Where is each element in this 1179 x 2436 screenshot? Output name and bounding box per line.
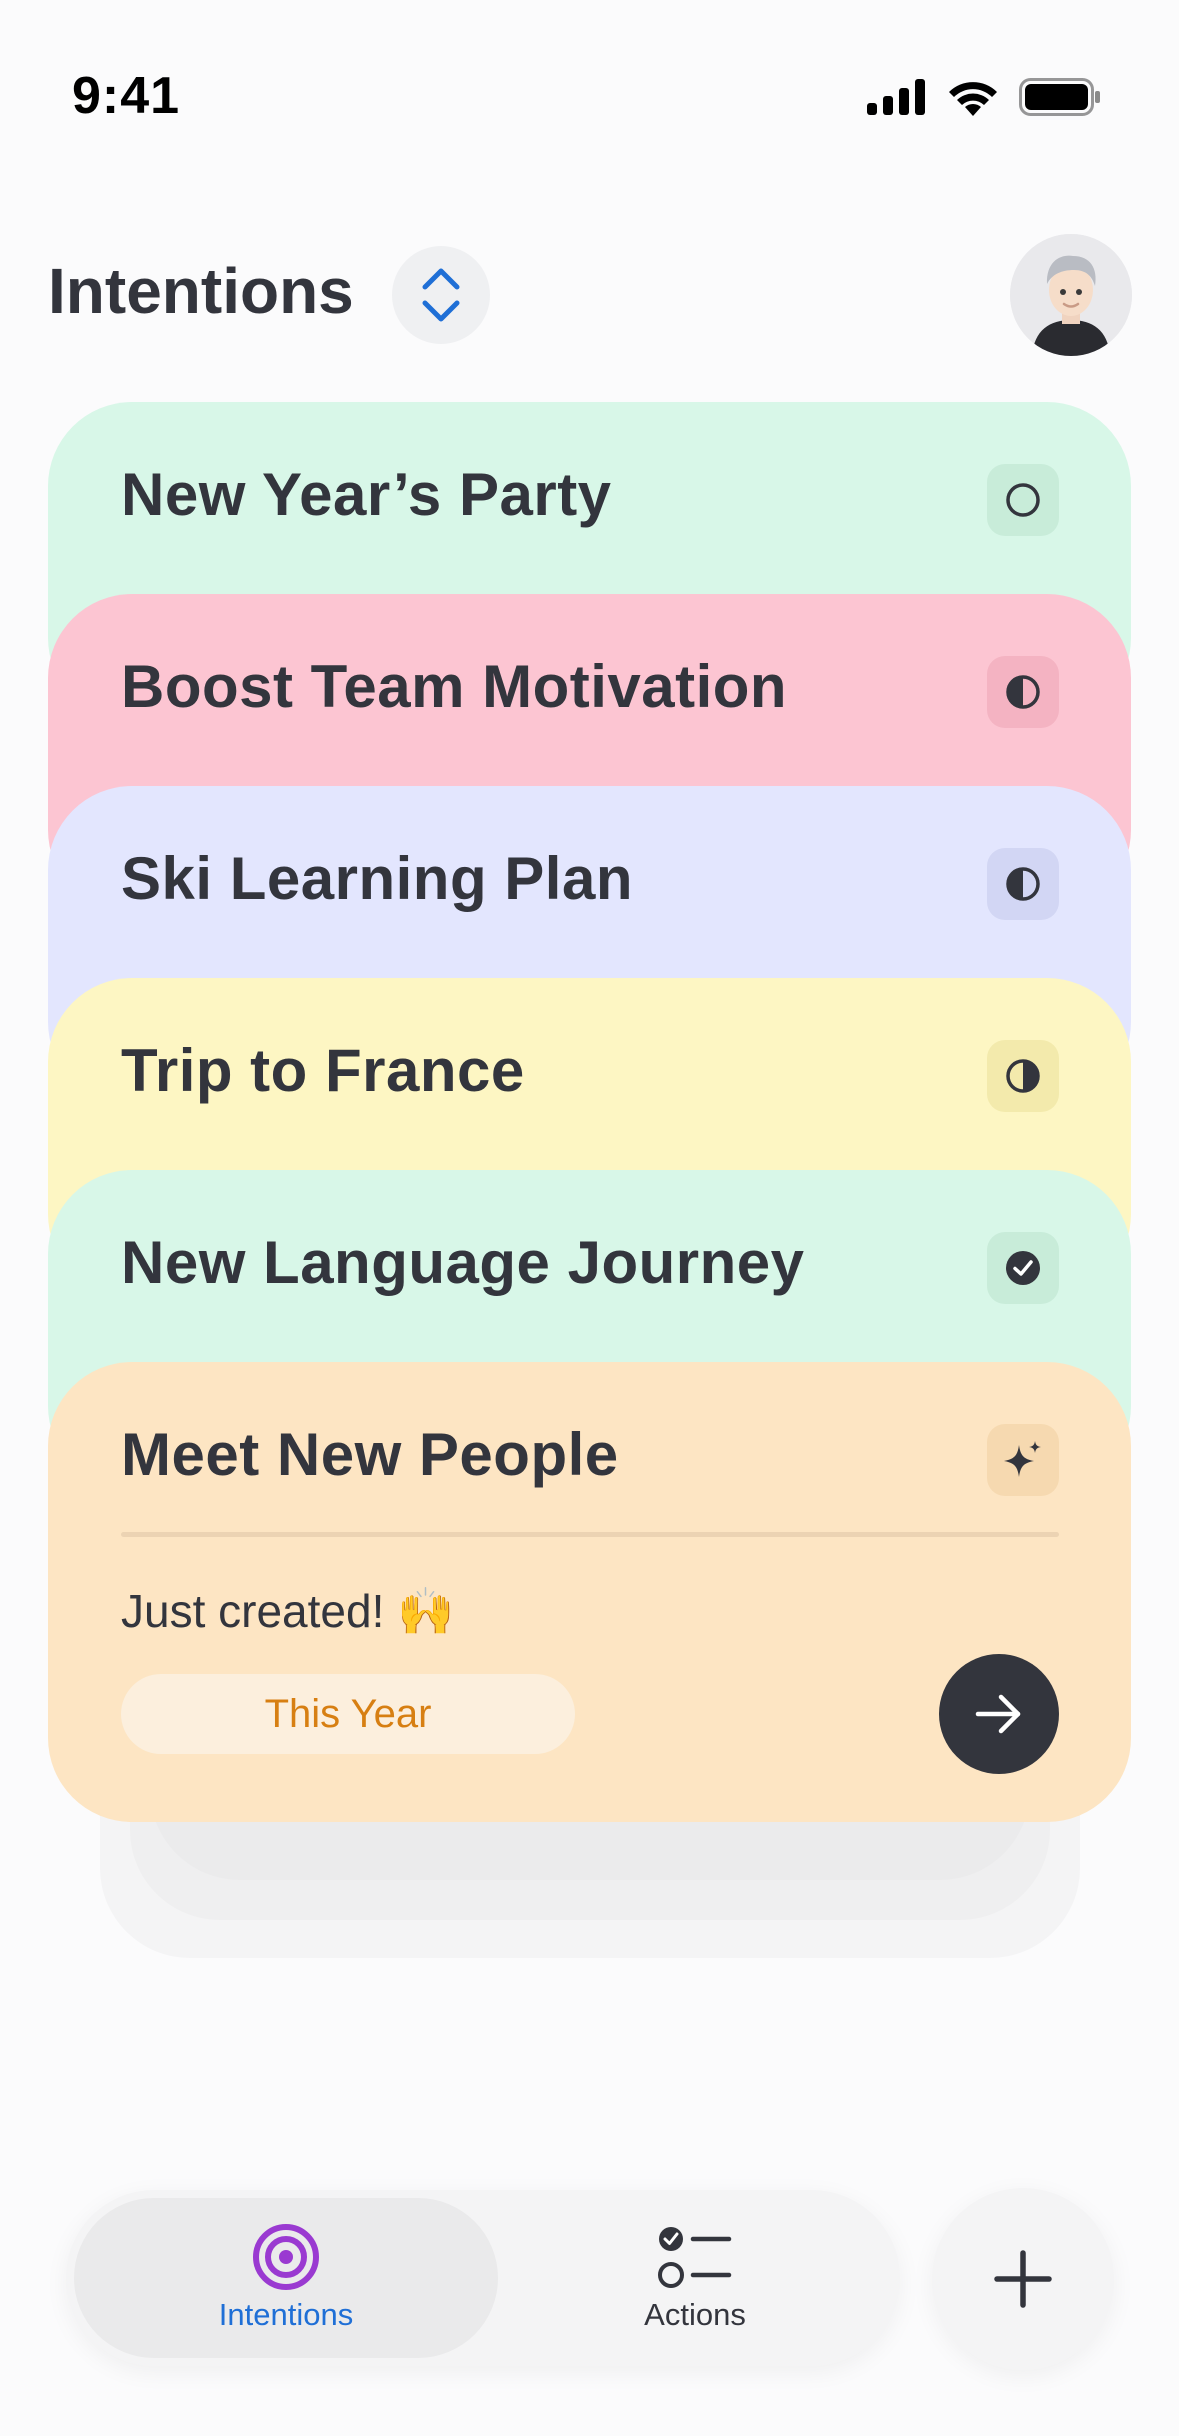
- tab-label: Actions: [644, 2297, 746, 2332]
- arrow-right-icon: [975, 1694, 1021, 1734]
- battery-icon: [1019, 78, 1100, 116]
- status-chip[interactable]: [987, 1040, 1059, 1112]
- card-title: Trip to France: [121, 1037, 525, 1104]
- target-icon: [253, 2224, 319, 2290]
- sparkle-icon: [1004, 1441, 1041, 1477]
- check-circle-icon: [1006, 1251, 1040, 1285]
- sort-toggle-button[interactable]: [392, 246, 490, 344]
- status-chip[interactable]: [987, 656, 1059, 728]
- tab-label: Intentions: [218, 2297, 354, 2332]
- status-chip[interactable]: [987, 848, 1059, 920]
- avatar-memoji: [1010, 234, 1132, 356]
- plus-icon: [994, 2250, 1052, 2308]
- avatar[interactable]: [1010, 234, 1132, 356]
- card-title: Ski Learning Plan: [121, 845, 633, 912]
- tab-actions[interactable]: Actions: [498, 2190, 892, 2366]
- empty-circle-icon: [1006, 483, 1040, 517]
- status-icons: [867, 78, 1101, 116]
- tab-bar: Intentions Actions: [66, 2190, 900, 2366]
- wifi-icon: [949, 82, 997, 116]
- card-note: Just created! 🙌: [121, 1585, 455, 1637]
- card-title: New Language Journey: [121, 1229, 805, 1296]
- status-chip[interactable]: [987, 464, 1059, 536]
- intention-card-expanded[interactable]: Meet New People Just created! 🙌 This Yea…: [48, 1362, 1131, 1822]
- card-title: New Year’s Party: [121, 461, 612, 528]
- checklist-icon: [658, 2227, 732, 2288]
- timeframe-tag[interactable]: This Year: [121, 1674, 575, 1754]
- half-circle-icon: [1006, 867, 1040, 901]
- chevron-up-down-icon: [422, 268, 460, 322]
- tab-intentions[interactable]: Intentions: [74, 2190, 498, 2366]
- card-title: Meet New People: [121, 1421, 619, 1488]
- signal-icon: [867, 79, 925, 115]
- half-circle-icon: [1006, 1059, 1040, 1093]
- status-bar: 9:41: [0, 0, 1179, 190]
- half-circle-icon: [1006, 675, 1040, 709]
- status-chip[interactable]: [987, 1424, 1059, 1496]
- add-intention-button[interactable]: [932, 2188, 1114, 2370]
- card-title: Boost Team Motivation: [121, 653, 788, 720]
- card-divider: [121, 1532, 1059, 1537]
- open-intention-button[interactable]: [939, 1654, 1059, 1774]
- status-chip[interactable]: [987, 1232, 1059, 1304]
- page-title: Intentions: [48, 255, 354, 327]
- status-time: 9:41: [72, 67, 181, 125]
